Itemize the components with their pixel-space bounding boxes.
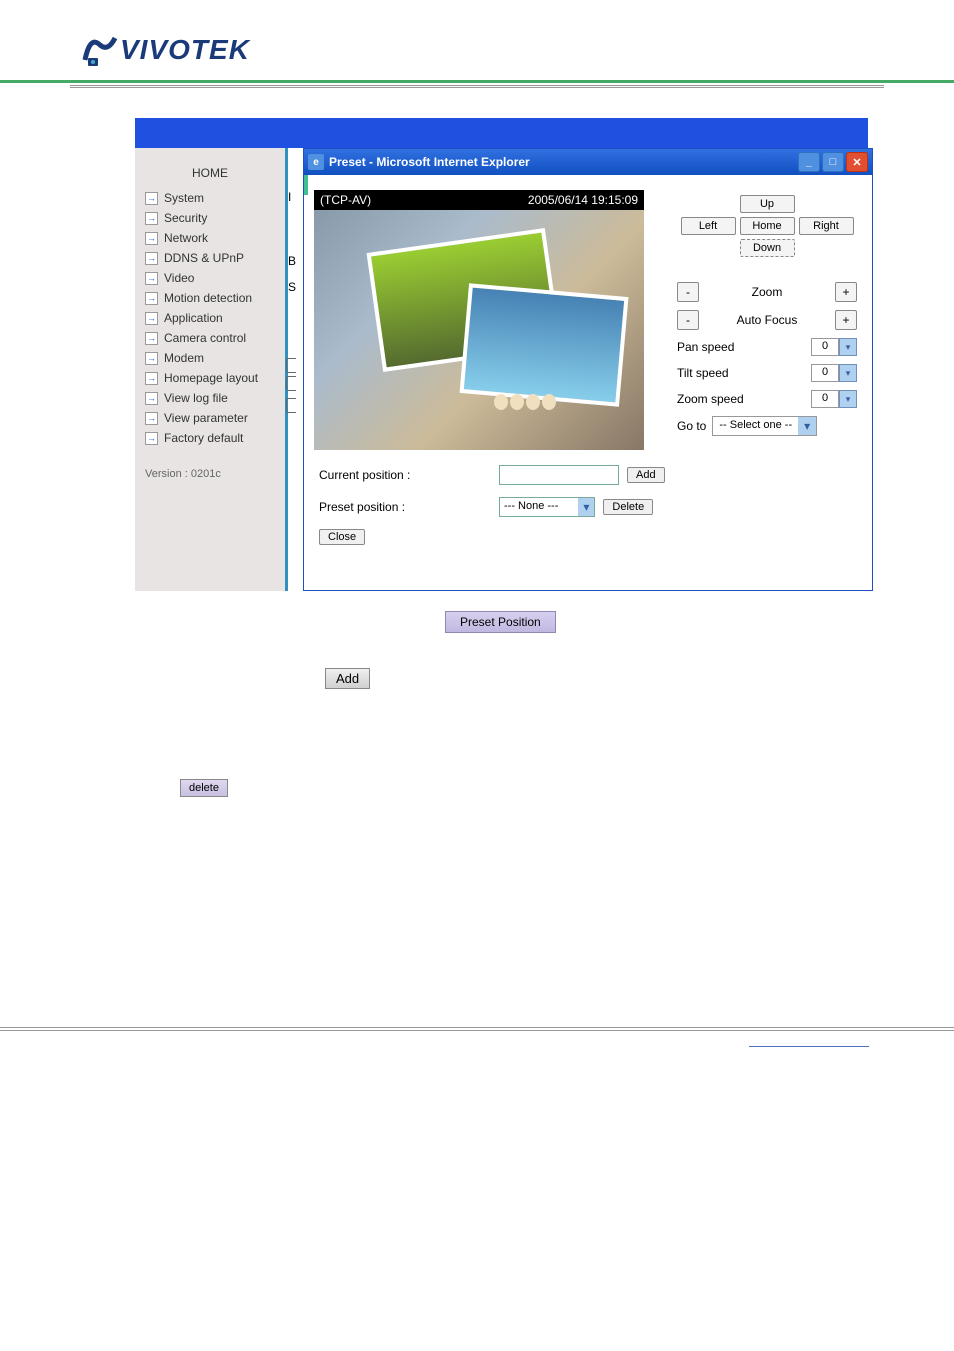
window-close-button[interactable]: ✕ xyxy=(846,152,868,172)
window-titlebar[interactable]: e Preset - Microsoft Internet Explorer _… xyxy=(304,149,872,175)
arrow-icon: → xyxy=(145,212,158,225)
zoom-speed-select[interactable]: 0 ▾ xyxy=(811,390,857,408)
sidebar-item-network[interactable]: →Network xyxy=(135,228,285,248)
page-header: VIVOTEK xyxy=(0,0,954,83)
arrow-icon: → xyxy=(145,192,158,205)
timestamp: 2005/06/14 19:15:09 xyxy=(528,193,638,207)
sidebar-label-home: HOME xyxy=(192,166,228,180)
arrow-icon: → xyxy=(145,412,158,425)
version-text: Version : 0201c xyxy=(135,448,285,500)
sidebar-item-application[interactable]: →Application xyxy=(135,308,285,328)
focus-near-button[interactable]: - xyxy=(677,310,699,330)
video-panel: (TCP-AV) 2005/06/14 19:15:09 xyxy=(314,190,644,450)
window-maximize-button[interactable]: □ xyxy=(822,152,844,172)
chevron-down-icon: ▾ xyxy=(839,338,857,356)
pan-speed-label: Pan speed xyxy=(677,340,734,354)
current-position-label: Current position : xyxy=(319,468,499,482)
focus-far-button[interactable]: + xyxy=(835,310,857,330)
sidebar-item-video[interactable]: →Video xyxy=(135,268,285,288)
add-button-2[interactable]: Add xyxy=(325,668,370,689)
preset-position-button[interactable]: Preset Position xyxy=(445,611,556,633)
zoom-label: Zoom xyxy=(699,285,835,299)
logo-icon xyxy=(80,30,120,70)
delete-button[interactable]: Delete xyxy=(603,499,653,515)
stream-mode: (TCP-AV) xyxy=(320,193,371,207)
sidebar: HOME →System →Security →Network →DDNS & … xyxy=(135,148,285,591)
arrow-icon: → xyxy=(145,292,158,305)
ptz-controls: Up Left Home Right Down - Zoom xyxy=(677,190,872,560)
add-button[interactable]: Add xyxy=(627,467,665,483)
ie-icon: e xyxy=(308,154,324,170)
sidebar-item-ddns[interactable]: →DDNS & UPnP xyxy=(135,248,285,268)
zoom-in-button[interactable]: + xyxy=(835,282,857,302)
sidebar-item-home[interactable]: HOME xyxy=(135,163,285,183)
chevron-down-icon: ▾ xyxy=(798,417,816,435)
window-minimize-button[interactable]: _ xyxy=(798,152,820,172)
logo-text: VIVOTEK xyxy=(120,34,250,66)
autofocus-label: Auto Focus xyxy=(699,313,835,327)
chevron-down-icon: ▾ xyxy=(839,390,857,408)
window-title: Preset - Microsoft Internet Explorer xyxy=(329,155,798,169)
chevron-down-icon: ▾ xyxy=(839,364,857,382)
arrow-icon: → xyxy=(145,332,158,345)
current-position-input[interactable] xyxy=(499,465,619,485)
sidebar-item-view-parameter[interactable]: →View parameter xyxy=(135,408,285,428)
video-feed[interactable] xyxy=(314,210,644,450)
sidebar-item-view-log[interactable]: →View log file xyxy=(135,388,285,408)
logo: VIVOTEK xyxy=(80,30,954,70)
goto-label: Go to xyxy=(677,419,706,433)
arrow-icon: → xyxy=(145,372,158,385)
arrow-icon: → xyxy=(145,432,158,445)
chevron-down-icon: ▾ xyxy=(578,498,594,516)
arrow-icon: → xyxy=(145,352,158,365)
sidebar-item-factory-default[interactable]: →Factory default xyxy=(135,428,285,448)
delete-button-2[interactable]: delete xyxy=(180,779,228,797)
pan-speed-select[interactable]: 0 ▾ xyxy=(811,338,857,356)
preset-position-label: Preset position : xyxy=(319,500,499,514)
zoom-out-button[interactable]: - xyxy=(677,282,699,302)
close-button[interactable]: Close xyxy=(319,529,365,545)
tilt-speed-select[interactable]: 0 ▾ xyxy=(811,364,857,382)
arrow-icon: → xyxy=(145,392,158,405)
sidebar-item-security[interactable]: →Security xyxy=(135,208,285,228)
right-button[interactable]: Right xyxy=(799,217,854,235)
top-blue-bar xyxy=(135,118,868,148)
down-button[interactable]: Down xyxy=(740,239,795,257)
left-button[interactable]: Left xyxy=(681,217,736,235)
arrow-icon: → xyxy=(145,232,158,245)
preset-window: e Preset - Microsoft Internet Explorer _… xyxy=(303,148,873,591)
sidebar-item-camera-control[interactable]: →Camera control xyxy=(135,328,285,348)
up-button[interactable]: Up xyxy=(740,195,795,213)
sidebar-item-system[interactable]: →System xyxy=(135,188,285,208)
sidebar-item-modem[interactable]: →Modem xyxy=(135,348,285,368)
gutter-letters: I B S xyxy=(288,148,303,591)
page-footer xyxy=(0,1027,954,1070)
home-button[interactable]: Home xyxy=(740,217,795,235)
preset-position-select[interactable]: --- None --- ▾ xyxy=(499,497,595,517)
arrow-icon: → xyxy=(145,312,158,325)
sidebar-item-motion[interactable]: →Motion detection xyxy=(135,288,285,308)
goto-select[interactable]: -- Select one -- ▾ xyxy=(712,416,817,436)
zoom-speed-label: Zoom speed xyxy=(677,392,744,406)
tilt-speed-label: Tilt speed xyxy=(677,366,729,380)
sidebar-item-homepage-layout[interactable]: →Homepage layout xyxy=(135,368,285,388)
arrow-icon: → xyxy=(145,272,158,285)
arrow-icon: → xyxy=(145,252,158,265)
